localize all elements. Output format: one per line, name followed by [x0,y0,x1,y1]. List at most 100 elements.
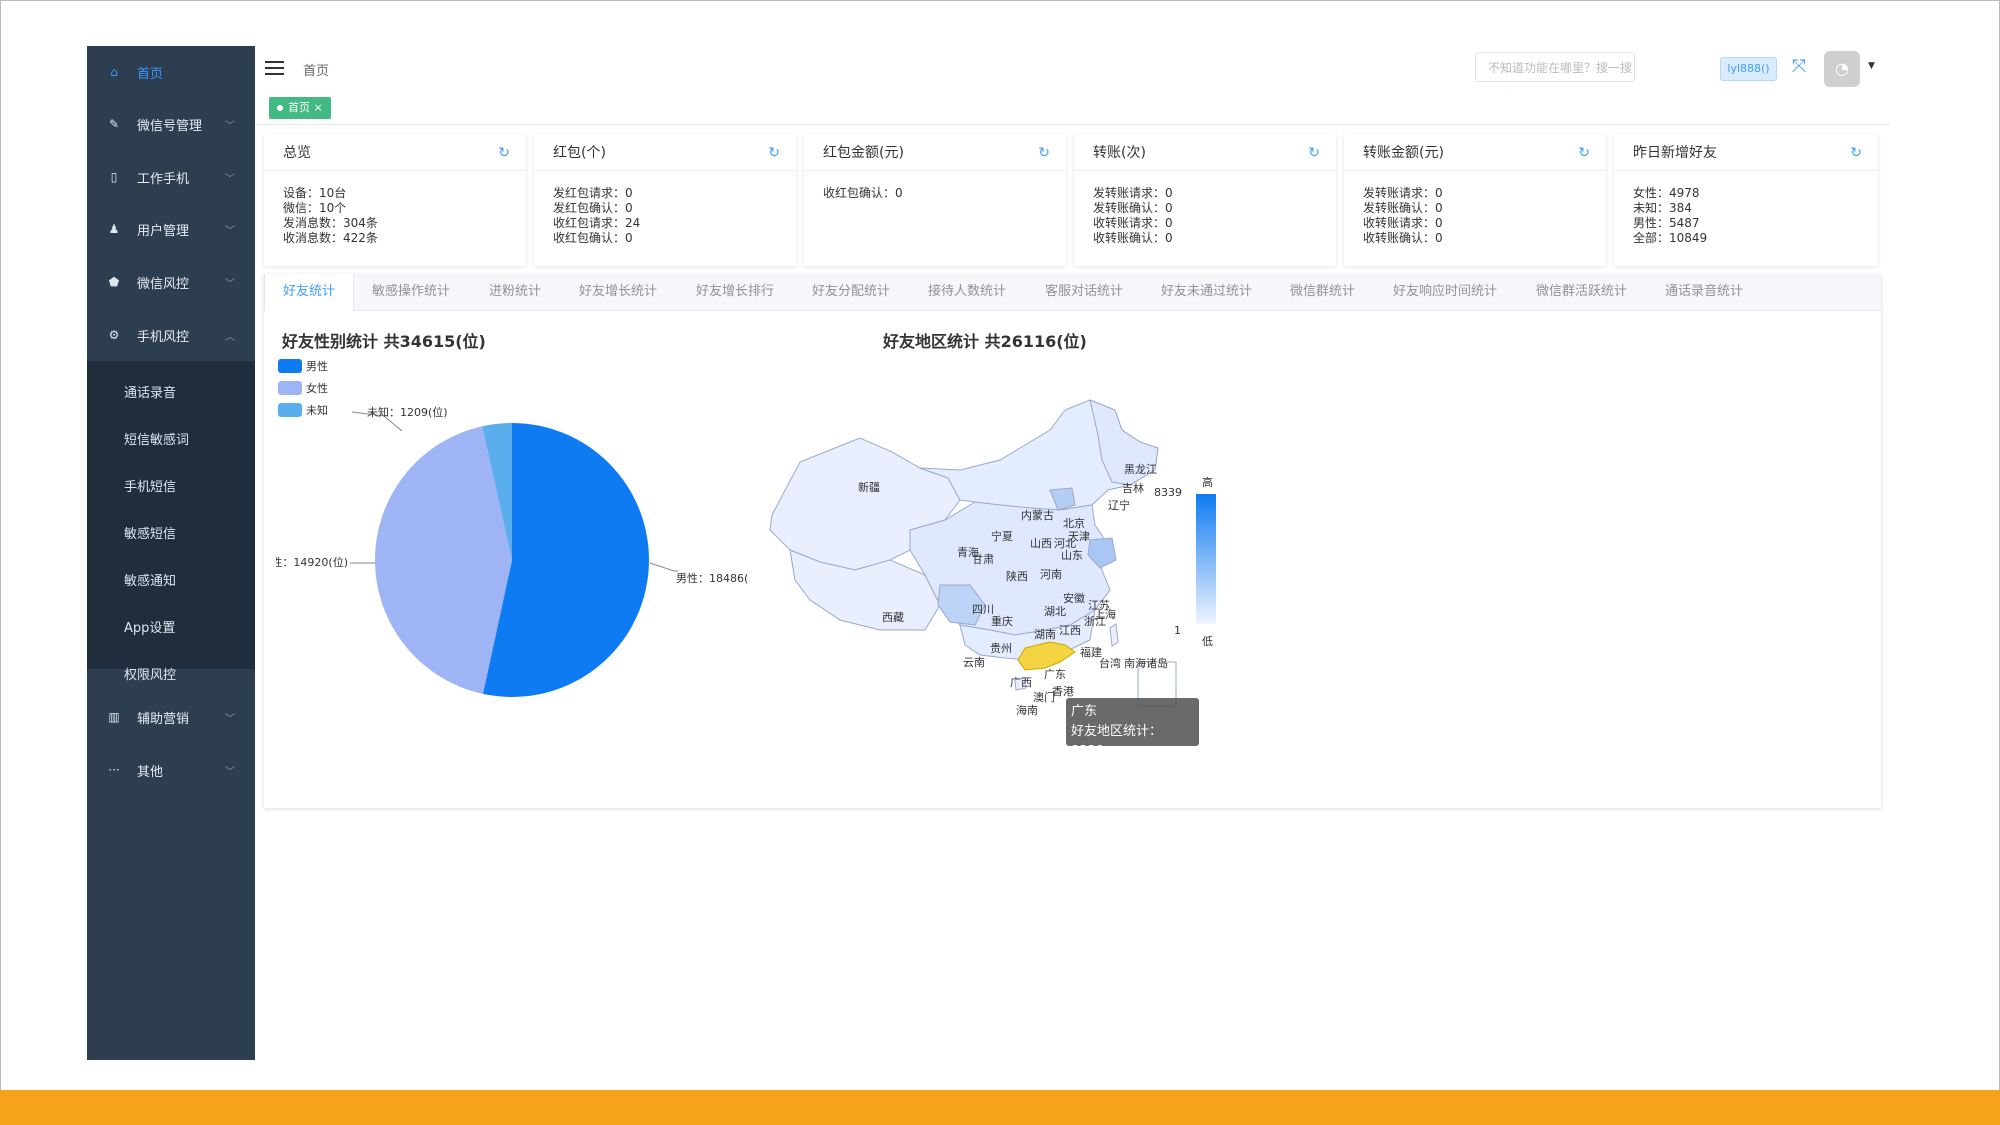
card-line: 未知：384 [1633,201,1692,215]
tab-service-dialog[interactable]: 客服对话统计 [1045,274,1123,310]
visual-map-bar[interactable] [1196,494,1216,624]
card-line: 收红包请求：24 [553,216,641,230]
card-line: 发转账确认：0 [1363,201,1443,215]
map-tooltip: 广东 好友地区统计：8339 [1066,698,1199,759]
chevron-down-icon: ﹀ [225,713,235,725]
visual-map-max-label: 8339 [1154,486,1182,499]
card-line: 收红包确认：0 [553,231,633,245]
fullscreen-icon[interactable]: ⤧ [1789,57,1809,77]
card-line: 发红包请求：0 [553,186,633,200]
sidebar-item-home[interactable]: ⌂ 首页 [87,46,255,98]
wechat-icon: ✎ [108,117,120,131]
tab-fans-in[interactable]: 进粉统计 [489,274,541,310]
sidebar-item-label: 辅助营销 [137,711,190,727]
tab-response-time[interactable]: 好友响应时间统计 [1393,274,1497,310]
pie-label-male: 男性：18486(位) [676,572,749,585]
refresh-icon[interactable]: ↻ [498,145,510,161]
sidebar-subitem-sensitive-sms[interactable]: 敏感短信 [87,509,255,555]
sidebar-item-label: 手机风控 [137,329,190,345]
refresh-icon[interactable]: ↻ [1578,145,1590,161]
card-title: 转账金额(元) [1363,145,1444,161]
sidebar-subitem-phone-sms[interactable]: 手机短信 [87,462,255,508]
avatar[interactable]: ◔ [1824,51,1860,87]
stat-card-overview: 总览 ↻ 设备：10台 微信：10个 发消息数：304条 收消息数：422条 [264,134,526,266]
stat-card-red-packet-count: 红包(个) ↻ 发红包请求：0 发红包确认：0 收红包请求：24 收红包确认：0 [534,134,796,266]
tab-friend-stats[interactable]: 好友统计 [264,274,355,311]
sidebar-item-wechat-accounts[interactable]: ✎ 微信号管理 ﹀ [87,98,255,150]
chevron-down-icon: ﹀ [225,120,235,132]
sidebar-item-marketing[interactable]: ▥ 辅助营销 ﹀ [87,691,255,743]
pie-leader-male [649,562,678,572]
sidebar-item-label: 工作手机 [137,171,190,187]
sidebar-item-work-phone[interactable]: ▯ 工作手机 ﹀ [87,151,255,203]
map-label-zhejiang: 浙江 [1084,615,1106,628]
close-icon[interactable]: × [314,101,323,114]
tab-friend-rejected[interactable]: 好友未通过统计 [1161,274,1252,310]
refresh-icon[interactable]: ↻ [1038,145,1050,161]
submenu-phone-risk: 通话录音 短信敏感词 手机短信 敏感短信 敏感通知 App设置 权限风控 [87,361,255,683]
legend-item-male[interactable]: 男性 [278,355,328,377]
map-label-hongkong: 香港 [1052,685,1074,698]
map-label-xinjiang: 新疆 [858,481,880,494]
chevron-up-icon: ︿ [225,331,235,343]
visual-map-min-label: 1 [1174,624,1181,637]
tab-bar: 好友统计 敏感操作统计 进粉统计 好友增长统计 好友增长排行 好友分配统计 接待… [264,274,1881,311]
sidebar-subitem-call-recording[interactable]: 通话录音 [87,368,255,414]
visual-map-low-label: 低 [1202,635,1213,648]
sidebar-subitem-app-settings[interactable]: App设置 [87,603,255,649]
search-input[interactable]: 不知道功能在哪里？搜一搜直达 [1475,52,1635,105]
chevron-down-icon: ﹀ [225,278,235,290]
sidebar-item-wechat-risk[interactable]: ⬟ 微信风控 ﹀ [87,256,255,308]
card-line: 全部：10849 [1633,231,1708,245]
tab-growth-ranking[interactable]: 好友增长排行 [696,274,774,310]
card-line: 收消息数：422条 [283,231,378,245]
hamburger-menu-icon[interactable] [265,61,284,75]
map-label-ningxia: 宁夏 [991,530,1013,543]
sidebar-item-user-management[interactable]: ♟ 用户管理 ﹀ [87,203,255,255]
card-line: 发转账确认：0 [1093,201,1173,215]
refresh-icon[interactable]: ↻ [768,145,780,161]
card-line: 微信：10个 [283,201,347,215]
visual-map-high-label: 高 [1202,476,1213,489]
tab-reception-count[interactable]: 接待人数统计 [928,274,1006,310]
tab-friend-allocation[interactable]: 好友分配统计 [812,274,890,310]
sidebar-item-phone-risk[interactable]: ⚙ 手机风控 ︿ [87,309,255,361]
card-line: 收转账确认：0 [1363,231,1443,245]
username-badge[interactable]: lyl888() [1720,57,1777,81]
card-line: 设备：10台 [283,186,347,200]
card-line: 收转账确认：0 [1093,231,1173,245]
map-region-taiwan [1109,623,1119,647]
bottom-accent-bar [0,1090,2000,1125]
map-label-inner-mongolia: 内蒙古 [1021,509,1054,522]
sidebar-item-other[interactable]: ··· 其他 ﹀ [87,744,255,796]
map-label-guizhou: 贵州 [990,642,1012,655]
map-label-liaoning: 辽宁 [1108,499,1130,512]
phone-risk-icon: ⚙ [108,328,120,342]
caret-down-icon[interactable]: ▼ [1868,61,1875,71]
tab-sensitive-ops[interactable]: 敏感操作统计 [372,274,450,310]
refresh-icon[interactable]: ↻ [1850,145,1862,161]
sidebar-item-label: 其他 [137,764,164,780]
tab-friend-growth[interactable]: 好友增长统计 [579,274,657,310]
card-title: 昨日新增好友 [1633,145,1717,161]
tab-group-activity[interactable]: 微信群活跃统计 [1536,274,1627,310]
active-dot-icon [277,105,283,111]
map-label-heilongjiang: 黑龙江 [1124,463,1157,476]
sidebar-subitem-permission-risk[interactable]: 权限风控 [87,650,255,696]
chart-icon: ▥ [108,710,120,724]
sidebar-subitem-sms-keywords[interactable]: 短信敏感词 [87,415,255,461]
tab-group-stats[interactable]: 微信群统计 [1290,274,1355,310]
sidebar-subitem-sensitive-notify[interactable]: 敏感通知 [87,556,255,602]
pie-label-unknown: 未知：1209(位) [367,406,448,419]
chevron-down-icon: ﹀ [225,766,235,778]
map-label-anhui: 安徽 [1063,592,1085,605]
refresh-icon[interactable]: ↻ [1308,145,1320,161]
sidebar-item-label: 首页 [137,66,164,82]
tag-home[interactable]: 首页 × [269,97,331,119]
map-label-henan: 河南 [1040,568,1062,581]
tab-call-recording[interactable]: 通话录音统计 [1665,274,1743,310]
breadcrumb[interactable]: 首页 [303,60,329,79]
card-line: 收红包确认：0 [823,186,903,200]
sidebar: ⌂ 首页 ✎ 微信号管理 ﹀ ▯ 工作手机 ﹀ ♟ 用户管理 ﹀ ⬟ 微信风控 … [87,46,255,1060]
pie-label-female: 女性：14920(位) [276,556,348,569]
